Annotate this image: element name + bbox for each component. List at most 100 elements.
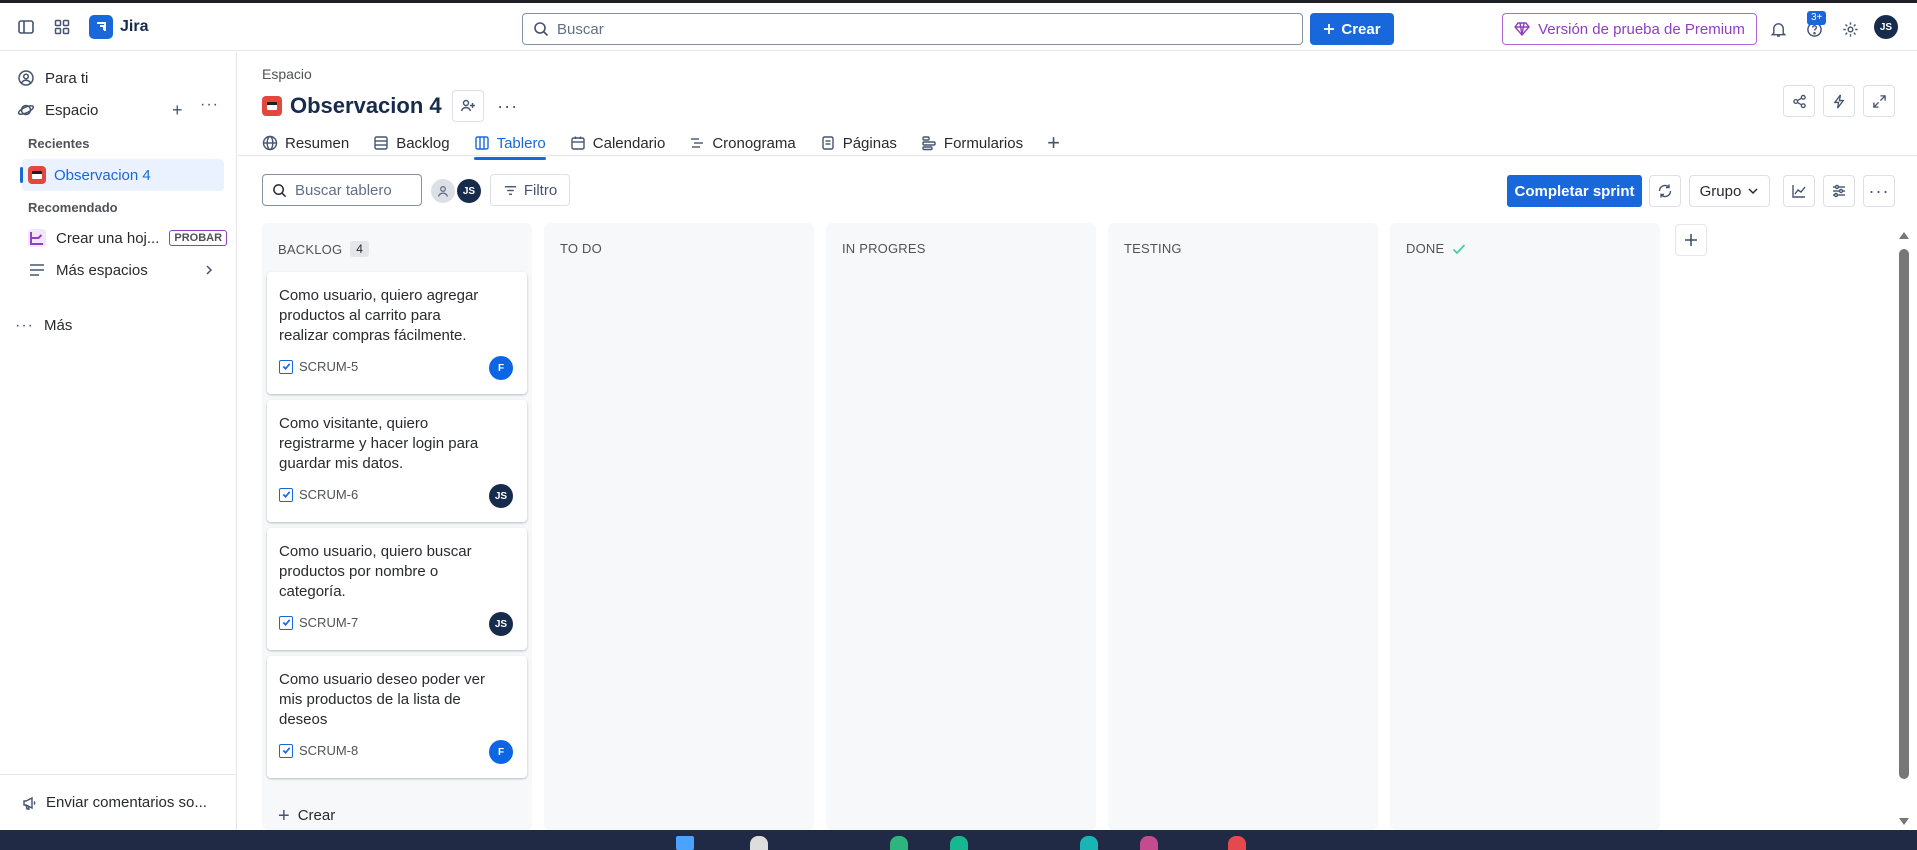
share-icon[interactable]: [1783, 85, 1815, 117]
column-title: BACKLOG: [278, 241, 343, 257]
user-avatar[interactable]: JS: [1874, 15, 1898, 39]
tab-label: Backlog: [396, 134, 450, 152]
assignee-avatar[interactable]: F: [489, 740, 513, 764]
breadcrumb[interactable]: Espacio: [262, 66, 312, 82]
board-more-icon[interactable]: ···: [1863, 175, 1895, 207]
sidebar-item-for-you[interactable]: Para ti: [17, 69, 88, 87]
spaces-more-icon[interactable]: ···: [200, 96, 219, 114]
tab-resumen[interactable]: Resumen: [262, 128, 349, 158]
settings-gear-icon[interactable]: [1834, 13, 1866, 45]
issue-key: SCRUM-8: [299, 743, 359, 758]
global-search[interactable]: [522, 13, 1303, 45]
assignee-avatar[interactable]: JS: [489, 612, 513, 636]
add-space-plus-icon[interactable]: +: [172, 101, 183, 119]
filter-avatar-js[interactable]: JS: [457, 179, 481, 203]
complete-sprint-button[interactable]: Completar sprint: [1507, 175, 1642, 207]
taskbar-app-icon[interactable]: [1140, 836, 1158, 850]
create-issue-label: Crear: [297, 807, 336, 824]
issue-card[interactable]: Como visitante, quiero registrarme y hac…: [267, 400, 527, 522]
story-checkbox-icon: [279, 615, 293, 630]
sidebar-toggle-icon[interactable]: [10, 11, 42, 43]
create-issue-button[interactable]: + Crear: [278, 804, 336, 827]
unassigned-avatar[interactable]: [431, 179, 455, 203]
taskbar-app-icon[interactable]: [676, 836, 694, 850]
add-tab-plus-icon[interactable]: +: [1047, 128, 1060, 158]
retrospective-icon[interactable]: [1649, 175, 1681, 207]
filter-button[interactable]: Filtro: [490, 174, 570, 206]
add-column-plus-icon[interactable]: [1675, 224, 1707, 256]
column-header: TESTING: [1124, 241, 1182, 256]
tab-cronograma[interactable]: Cronograma: [689, 128, 796, 158]
issue-card[interactable]: Como usuario, quiero agregar productos a…: [267, 272, 527, 394]
try-badge: PROBAR: [169, 230, 228, 246]
assignee-avatar[interactable]: F: [489, 356, 513, 380]
filter-button-label: Filtro: [523, 181, 558, 199]
view-settings-icon[interactable]: [1823, 175, 1855, 207]
tab-calendario[interactable]: Calendario: [570, 128, 665, 158]
premium-trial-button[interactable]: Versión de prueba de Premium: [1502, 13, 1757, 45]
add-people-button[interactable]: [451, 90, 484, 122]
diamond-icon: [1514, 22, 1530, 36]
notifications-bell-icon[interactable]: [1762, 13, 1794, 45]
assignee-avatar[interactable]: JS: [489, 484, 513, 508]
issue-key-row: SCRUM-6: [279, 487, 358, 502]
column-header: DONE: [1406, 241, 1466, 256]
insights-chart-icon[interactable]: [1783, 175, 1815, 207]
sidebar-item-spaces[interactable]: Espacio: [17, 101, 98, 119]
issue-summary: Como usuario, quiero agregar productos a…: [279, 287, 479, 344]
expand-icon[interactable]: [1863, 85, 1895, 117]
project-icon: [28, 166, 46, 184]
search-icon: [273, 183, 287, 197]
pages-icon: [822, 136, 834, 150]
group-dropdown[interactable]: Grupo: [1689, 175, 1770, 207]
feedback-button[interactable]: Enviar comentarios so...: [0, 774, 237, 830]
planet-icon: [17, 104, 35, 116]
sidebar-item-more[interactable]: ··· Más: [15, 317, 72, 334]
taskbar-app-icon[interactable]: [890, 836, 908, 850]
scrollbar-thumb[interactable]: [1899, 249, 1909, 779]
issue-card[interactable]: Como usuario deseo poder ver mis product…: [267, 656, 527, 778]
tab-backlog[interactable]: Backlog: [373, 128, 450, 158]
tab-paginas[interactable]: Páginas: [820, 128, 897, 158]
project-icon: [262, 96, 282, 116]
column-testing: TESTING: [1108, 223, 1378, 830]
column-to-do: TO DO: [544, 223, 814, 830]
tab-label: Cronograma: [712, 134, 796, 152]
app-switcher-icon[interactable]: [46, 11, 78, 43]
group-dropdown-label: Grupo: [1699, 182, 1742, 200]
recommended-heading: Recomendado: [28, 200, 118, 215]
user-circle-icon: [18, 70, 34, 86]
taskbar-app-icon[interactable]: [1228, 836, 1246, 850]
plus-icon: +: [278, 804, 290, 827]
lines-icon: [30, 264, 44, 276]
sidebar-item-more-spaces[interactable]: Más espacios: [28, 261, 148, 279]
premium-trial-label: Versión de prueba de Premium: [1538, 20, 1745, 38]
page-title: Observacion 4: [290, 93, 442, 118]
create-button[interactable]: Crear: [1310, 13, 1394, 45]
column-header: TO DO: [560, 241, 602, 256]
flow-icon: [28, 229, 46, 247]
sidebar-item-label: Para ti: [45, 69, 89, 87]
jira-logo-icon: [89, 15, 113, 39]
automation-lightning-icon[interactable]: [1823, 85, 1855, 117]
tab-tablero[interactable]: Tablero: [473, 128, 546, 160]
board-search[interactable]: [262, 174, 422, 206]
os-taskbar: [0, 830, 1917, 850]
feedback-label: Enviar comentarios so...: [46, 794, 207, 811]
jira-logo[interactable]: Jira: [89, 15, 148, 39]
search-input[interactable]: [557, 20, 1257, 38]
issue-card[interactable]: Como usuario, quiero buscar productos po…: [267, 528, 527, 650]
more-actions-icon[interactable]: ···: [492, 90, 524, 122]
taskbar-app-icon[interactable]: [950, 836, 968, 850]
column-header: IN PROGRES: [842, 241, 926, 256]
column-title: IN PROGRES: [842, 241, 926, 256]
sidebar-item-create-sheet[interactable]: Crear una hoj... PROBAR: [28, 229, 228, 247]
sidebar-item-observacion-4[interactable]: Observacion 4: [20, 159, 224, 191]
board-search-input[interactable]: [295, 181, 415, 199]
calendar-icon: [571, 136, 585, 150]
taskbar-app-icon[interactable]: [750, 836, 768, 850]
story-checkbox-icon: [279, 487, 293, 502]
column-title: DONE: [1406, 241, 1445, 256]
taskbar-app-icon[interactable]: [1080, 836, 1098, 850]
tab-formularios[interactable]: Formularios: [921, 128, 1023, 158]
